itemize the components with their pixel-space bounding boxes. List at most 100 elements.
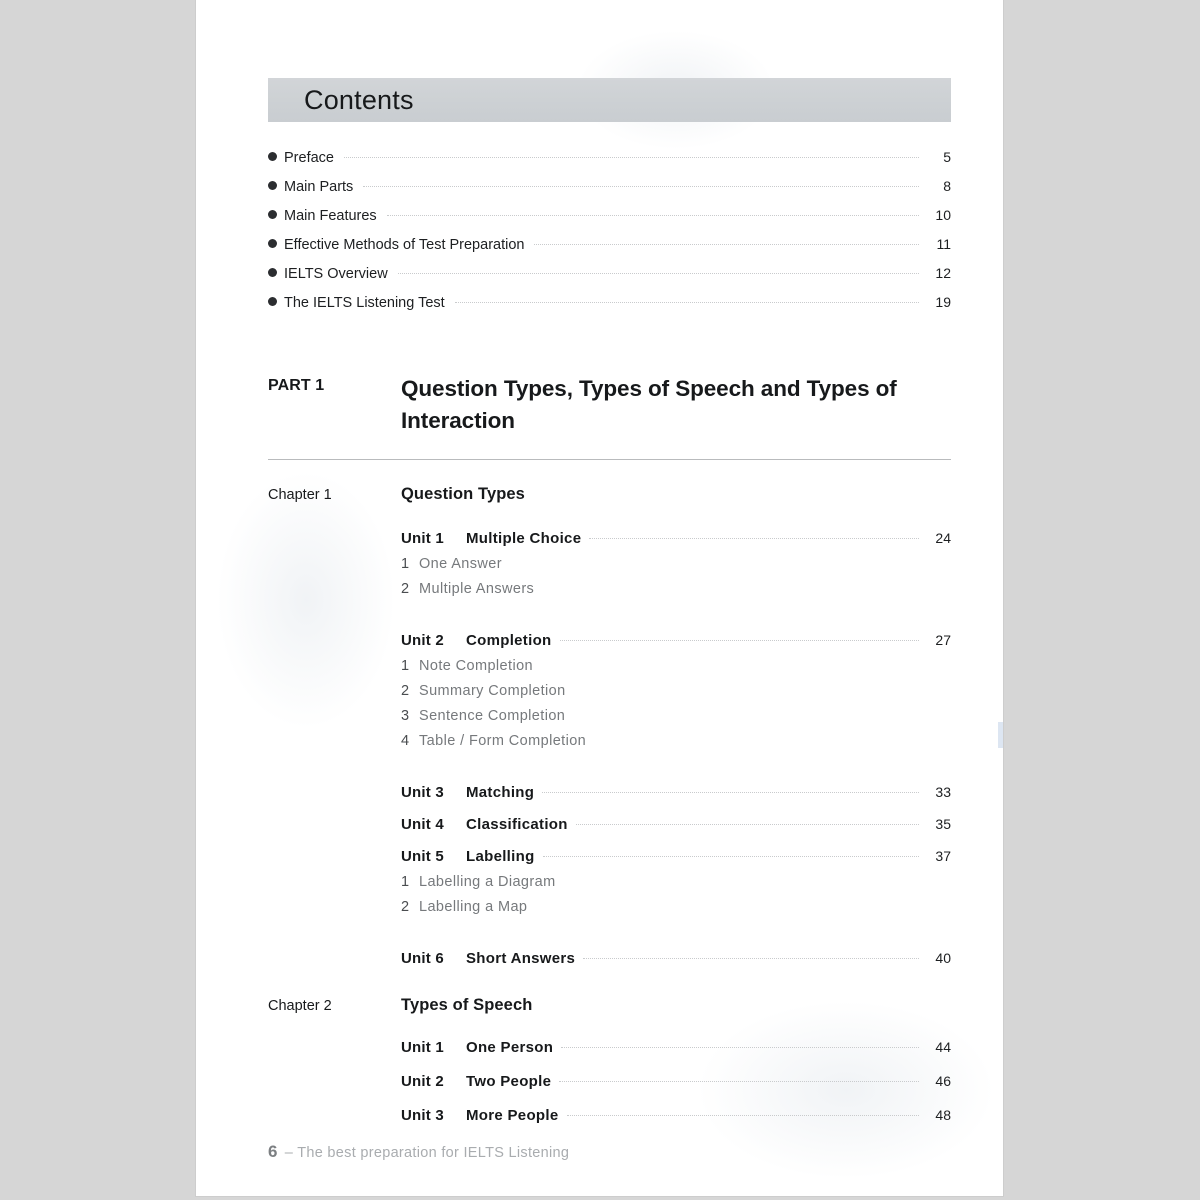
subitem-number: 2 bbox=[401, 898, 410, 915]
subitem-number: 2 bbox=[401, 580, 410, 597]
list-item[interactable]: IELTS Overview 12 bbox=[268, 265, 951, 294]
subitem-row[interactable]: 3 Sentence Completion bbox=[401, 708, 951, 733]
chapter-label: Chapter 1 bbox=[268, 486, 332, 503]
bullet-icon bbox=[268, 181, 284, 190]
unit-name: Matching bbox=[466, 783, 535, 801]
unit-group: Unit 1 One Person 44 Unit 2 Two People 4… bbox=[401, 1031, 951, 1133]
unit-subitem-list: 1 Note Completion 2 Summary Completion 3… bbox=[401, 658, 951, 758]
entry-page-number: 11 bbox=[936, 236, 951, 252]
subitem-name: Sentence Completion bbox=[419, 707, 566, 724]
unit-row[interactable]: Unit 5 Labelling 37 bbox=[401, 848, 951, 865]
dot-leader bbox=[559, 639, 919, 641]
unit-row[interactable]: Unit 2 Completion 27 bbox=[401, 632, 951, 649]
unit-page-number: 44 bbox=[935, 1039, 951, 1056]
unit-page-number: 48 bbox=[935, 1107, 951, 1124]
unit-group: Unit 6 Short Answers 40 bbox=[401, 950, 951, 967]
unit-number: Unit 3 bbox=[401, 1107, 444, 1125]
dot-leader bbox=[559, 1081, 919, 1083]
list-item[interactable]: Effective Methods of Test Preparation 11 bbox=[268, 236, 951, 265]
part-heading: PART 1 Question Types, Types of Speech a… bbox=[268, 373, 951, 437]
unit-name: More People bbox=[466, 1107, 559, 1125]
subitem-name: Labelling a Diagram bbox=[419, 873, 556, 890]
subitem-row[interactable]: 1 One Answer bbox=[401, 556, 951, 581]
unit-row[interactable]: Unit 3 More People 48 bbox=[401, 1107, 951, 1124]
unit-subitem-list: 1 One Answer 2 Multiple Answers bbox=[401, 556, 951, 606]
dot-leader bbox=[534, 244, 919, 245]
entry-page-number: 8 bbox=[943, 178, 951, 194]
contents-heading-bar: Contents bbox=[268, 78, 951, 122]
unit-name: Short Answers bbox=[466, 949, 576, 967]
list-item[interactable]: The IELTS Listening Test 19 bbox=[268, 294, 951, 323]
bullet-icon bbox=[268, 152, 284, 161]
unit-number: Unit 1 bbox=[401, 1039, 444, 1057]
bullet-icon bbox=[268, 239, 284, 248]
subitem-row[interactable]: 2 Summary Completion bbox=[401, 683, 951, 708]
subitem-row[interactable]: 2 Labelling a Map bbox=[401, 899, 951, 924]
dot-leader bbox=[454, 302, 919, 303]
dot-leader bbox=[542, 791, 919, 793]
unit-page-number: 33 bbox=[935, 783, 951, 800]
subitem-row[interactable]: 2 Multiple Answers bbox=[401, 581, 951, 606]
unit-row[interactable]: Unit 1 Multiple Choice 24 bbox=[401, 530, 951, 547]
unit-number: Unit 1 bbox=[401, 529, 444, 547]
subitem-number: 2 bbox=[401, 682, 410, 699]
entry-page-number: 10 bbox=[935, 207, 951, 223]
unit-row[interactable]: Unit 4 Classification 35 bbox=[401, 816, 951, 833]
dot-leader bbox=[566, 1115, 919, 1117]
unit-number: Unit 6 bbox=[401, 949, 444, 967]
unit-name: Labelling bbox=[466, 847, 535, 865]
entry-label: Main Features bbox=[284, 208, 377, 224]
list-item[interactable]: Main Features 10 bbox=[268, 207, 951, 236]
unit-name: Completion bbox=[466, 631, 552, 649]
dot-leader bbox=[343, 157, 919, 158]
unit-row[interactable]: Unit 6 Short Answers 40 bbox=[401, 950, 951, 967]
document-page: Contents Preface 5 Main Parts 8 Main Fea… bbox=[196, 0, 1003, 1196]
subitem-number: 1 bbox=[401, 555, 410, 572]
subitem-name: One Answer bbox=[419, 555, 502, 572]
subitem-row[interactable]: 1 Note Completion bbox=[401, 658, 951, 683]
dot-leader bbox=[561, 1047, 919, 1049]
entry-page-number: 19 bbox=[935, 294, 951, 310]
entry-label: Effective Methods of Test Preparation bbox=[284, 237, 525, 253]
dot-leader bbox=[583, 957, 919, 959]
unit-number: Unit 4 bbox=[401, 815, 444, 833]
page-title: Contents bbox=[304, 84, 414, 115]
page-edge-mark bbox=[998, 722, 1003, 748]
subitem-row[interactable]: 4 Table / Form Completion bbox=[401, 733, 951, 758]
unit-row[interactable]: Unit 1 One Person 44 bbox=[401, 1039, 951, 1056]
subitem-name: Labelling a Map bbox=[419, 898, 528, 915]
unit-number: Unit 3 bbox=[401, 783, 444, 801]
footer-text: – The best preparation for IELTS Listeni… bbox=[284, 1145, 570, 1161]
unit-name: Classification bbox=[466, 815, 568, 833]
unit-number: Unit 5 bbox=[401, 847, 444, 865]
entry-label: Preface bbox=[284, 150, 334, 166]
unit-group: Unit 4 Classification 35 bbox=[401, 816, 951, 833]
list-item[interactable]: Main Parts 8 bbox=[268, 178, 951, 207]
dot-leader bbox=[542, 855, 919, 857]
unit-page-number: 40 bbox=[935, 949, 951, 966]
unit-number: Unit 2 bbox=[401, 1073, 444, 1091]
list-item[interactable]: Preface 5 bbox=[268, 149, 951, 178]
dot-leader bbox=[589, 537, 919, 539]
subitem-name: Table / Form Completion bbox=[419, 732, 587, 749]
entry-label: IELTS Overview bbox=[284, 266, 388, 282]
unit-group: Unit 3 Matching 33 bbox=[401, 784, 951, 801]
chapter-title: Types of Speech bbox=[401, 995, 533, 1014]
subitem-row[interactable]: 1 Labelling a Diagram bbox=[401, 874, 951, 899]
dot-leader bbox=[386, 215, 919, 216]
subitem-number: 4 bbox=[401, 732, 410, 749]
unit-row[interactable]: Unit 3 Matching 33 bbox=[401, 784, 951, 801]
dot-leader bbox=[397, 273, 919, 274]
subitem-number: 1 bbox=[401, 873, 410, 890]
unit-row[interactable]: Unit 2 Two People 46 bbox=[401, 1073, 951, 1090]
entry-label: Main Parts bbox=[284, 179, 354, 195]
bullet-icon bbox=[268, 210, 284, 219]
unit-page-number: 24 bbox=[935, 529, 951, 546]
front-matter-list: Preface 5 Main Parts 8 Main Features 10 … bbox=[268, 149, 951, 323]
entry-page-number: 12 bbox=[935, 265, 951, 281]
part-label: PART 1 bbox=[268, 377, 325, 394]
unit-group: Unit 2 Completion 27 1 Note Completion 2… bbox=[401, 632, 951, 758]
chapter-section-1: Chapter 1 Question Types Unit 1 Multiple… bbox=[268, 485, 951, 967]
subitem-name: Summary Completion bbox=[419, 682, 566, 699]
chapter-title: Question Types bbox=[401, 484, 525, 503]
